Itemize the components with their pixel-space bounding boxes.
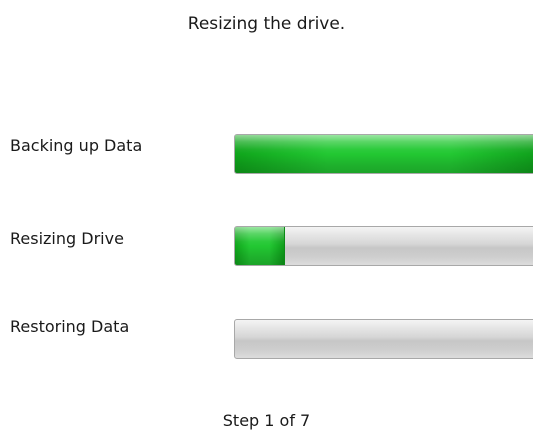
- stage-label-resize: Resizing Drive: [10, 229, 124, 248]
- progress-bar-restore: [234, 319, 533, 359]
- step-indicator: Step 1 of 7: [222, 411, 311, 430]
- stage-label-restore: Restoring Data: [10, 317, 130, 336]
- stage-label-backup: Backing up Data: [10, 136, 143, 155]
- progress-bar-resize: [234, 226, 533, 266]
- dialog-title: Resizing the drive.: [187, 14, 346, 34]
- progress-bar-backup: [234, 134, 533, 174]
- progress-fill-backup: [235, 135, 533, 173]
- progress-fill-resize: [235, 227, 285, 265]
